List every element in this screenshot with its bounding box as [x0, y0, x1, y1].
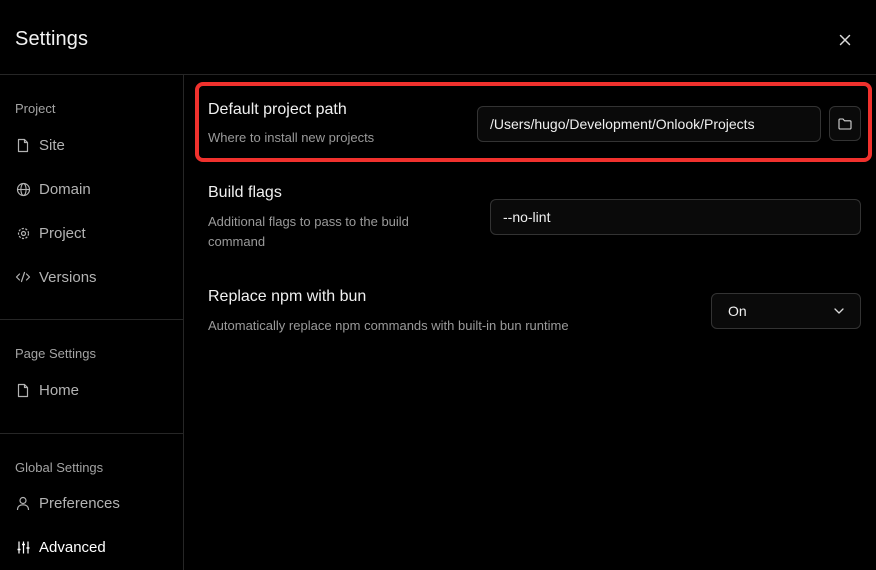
close-button[interactable]: [834, 29, 856, 51]
page-title: Settings: [15, 28, 89, 50]
sidebar-section-title: Global Settings: [15, 460, 104, 475]
replace-npm-description: Automatically replace npm commands with …: [208, 318, 569, 333]
sidebar-section-title: Project: [15, 101, 56, 116]
settings-header: Settings: [0, 0, 876, 75]
sidebar-item-domain[interactable]: Domain: [15, 177, 91, 201]
replace-npm-select[interactable]: On: [711, 293, 861, 329]
sidebar-item-label: Versions: [39, 268, 97, 286]
build-flags-description-2: command: [208, 234, 266, 249]
sidebar-section-page-settings: Page Settings Home: [0, 319, 183, 433]
sidebar-section-project: Project Site Domain Project Versions: [0, 75, 183, 319]
sidebar-item-site[interactable]: Site: [15, 133, 65, 157]
default-path-input[interactable]: /Users/hugo/Development/Onlook/Projects: [477, 106, 821, 142]
settings-main: Default project path Where to install ne…: [185, 75, 876, 570]
build-flags-description: Additional flags to pass to the build: [208, 214, 409, 229]
sidebar-item-label: Site: [39, 136, 65, 154]
file-icon: [15, 382, 31, 398]
close-icon: [839, 34, 851, 46]
settings-sidebar: Project Site Domain Project Versions Pag…: [0, 75, 184, 570]
sidebar-item-label: Preferences: [39, 494, 120, 512]
folder-icon: [838, 117, 852, 130]
gear-icon: [15, 225, 31, 241]
replace-npm-title: Replace npm with bun: [208, 288, 367, 305]
user-icon: [15, 495, 31, 511]
replace-npm-value: On: [728, 303, 747, 319]
sidebar-item-home[interactable]: Home: [15, 378, 79, 402]
sidebar-item-label: Advanced: [39, 538, 106, 556]
code-icon: [15, 269, 31, 285]
sidebar-item-project[interactable]: Project: [15, 221, 86, 245]
build-flags-title: Build flags: [208, 184, 282, 201]
sidebar-item-label: Project: [39, 224, 86, 242]
sidebar-section-global-settings: Global Settings Preferences Advanced: [0, 433, 183, 570]
default-path-title: Default project path: [208, 101, 347, 118]
sidebar-section-title: Page Settings: [15, 346, 96, 361]
sidebar-item-versions[interactable]: Versions: [15, 265, 97, 289]
globe-icon: [15, 181, 31, 197]
file-icon: [15, 137, 31, 153]
sidebar-item-label: Domain: [39, 180, 91, 198]
chevron-down-icon: [834, 308, 844, 314]
default-path-description: Where to install new projects: [208, 130, 375, 145]
build-flags-input[interactable]: --no-lint: [490, 199, 861, 235]
sidebar-item-label: Home: [39, 381, 80, 399]
sidebar-item-advanced[interactable]: Advanced: [15, 535, 106, 559]
sidebar-item-preferences[interactable]: Preferences: [15, 491, 120, 515]
sliders-icon: [15, 539, 31, 555]
settings-window: Settings Project Site Domain Project Ver…: [0, 0, 876, 570]
browse-folder-button[interactable]: [829, 106, 861, 141]
